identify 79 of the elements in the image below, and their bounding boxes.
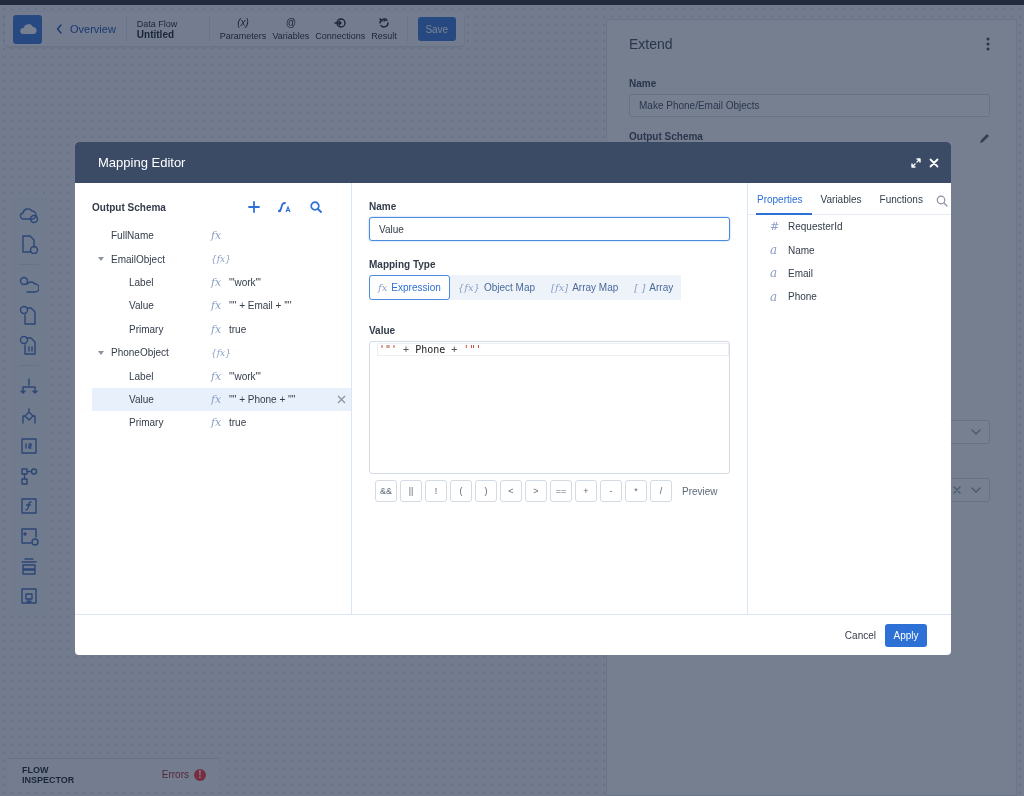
expand-icon[interactable] [911,157,921,168]
section-title: Output Schema [92,201,166,213]
flow-name: Untitled [136,28,176,40]
operator-button[interactable]: && [375,480,397,502]
operator-button[interactable]: / [650,480,672,502]
field-label: Name [629,78,658,89]
tree-row[interactable]: EmailObject {fx} [92,247,351,271]
clear-icon[interactable] [953,486,961,494]
operator-button[interactable]: ! [425,480,447,502]
mapping-type-tab[interactable]: {fx} Object Map [449,275,544,300]
field-label: Mapping Type [369,259,437,270]
mapping-type-tab[interactable]: [ ] Array [626,275,682,300]
flow-type: Data Flow [136,18,179,29]
mapping-type-tab[interactable]: [fx] Array Map [543,275,627,300]
mapping-type-tab[interactable]: fx Expression [369,275,450,300]
operator-button[interactable]: < [500,480,522,502]
stack-icon[interactable] [18,556,39,576]
cloud-upload-icon[interactable] [18,275,39,295]
property-item[interactable]: a Email [748,261,951,286]
pencil-icon[interactable] [978,133,990,145]
function-block-icon[interactable] [18,496,39,516]
apply-button[interactable]: Apply [885,623,927,647]
preview-button[interactable]: Preview [682,485,718,497]
property-item[interactable]: a Phone [748,285,951,309]
search-icon[interactable] [310,201,322,213]
operator-button[interactable]: - [600,480,622,502]
panel-title: Extend [629,36,673,52]
operator-button[interactable]: + [575,480,597,502]
dialog-title: Mapping Editor [98,155,187,170]
tree-row[interactable]: Primary fx true [92,411,351,435]
toolbar-button[interactable]: Result [371,17,397,41]
tree-row[interactable]: Label fx '"work"' [92,364,351,388]
tab[interactable]: Properties [756,186,812,215]
tree-row[interactable]: Label fx '"work"' [92,270,351,295]
cloud-icon [18,23,37,35]
plus-icon[interactable] [248,201,260,213]
flow-inspector-label: FLOW INSPECTOR [22,764,76,785]
number-block-icon[interactable] [18,436,39,456]
caret-down-icon[interactable] [97,348,105,357]
field-label: Name [369,201,398,212]
tab[interactable]: Functions [878,186,932,215]
branch-icon[interactable] [18,376,39,396]
chevron-down-icon [971,487,981,493]
chevron-down-icon [971,429,981,435]
tree-row[interactable]: Primary fx true [92,317,351,341]
operator-button[interactable]: * [625,480,647,502]
tree-row[interactable]: Value fx '"' + Email + '"' [92,294,351,318]
more-icon[interactable] [986,37,990,51]
field-label: Value [369,325,397,336]
operator-button[interactable]: == [550,480,572,502]
toolbar-button[interactable]: (x) Parameters [219,17,267,41]
remove-icon[interactable] [337,394,346,404]
name-field[interactable]: Value [369,217,730,241]
property-item[interactable]: a Name [748,238,951,262]
screen-download-icon[interactable] [18,586,39,606]
property-item[interactable]: # RequesterId [748,215,951,239]
plug-icon [334,17,347,29]
sort-icon[interactable] [278,201,292,213]
chevron-left-icon [56,24,63,34]
file-upload-icon[interactable] [18,305,39,325]
error-badge: ! [194,768,206,781]
refresh-icon [378,17,391,29]
toolbar-button[interactable]: @ Variables [272,17,310,41]
operator-button[interactable]: || [400,480,422,502]
app-logo[interactable] [13,14,42,44]
cancel-button[interactable]: Cancel [842,623,878,647]
tree-row[interactable]: Value fx '"' + Phone + '"' [92,387,351,412]
search-icon[interactable] [935,194,948,207]
operator-button[interactable]: ( [450,480,472,502]
section-label: Output Schema [629,131,703,143]
operator-button[interactable]: ) [475,480,497,502]
close-icon[interactable] [929,157,939,168]
tree-row[interactable]: FullName fx [92,224,351,248]
tab[interactable]: Variables [819,186,871,215]
toolbar-button[interactable]: Connections [315,17,366,41]
operator-button[interactable]: > [525,480,547,502]
flow-nodes-icon[interactable] [18,466,39,486]
tree-row[interactable]: PhoneObject {fx} [92,340,351,365]
code-editor[interactable]: '"' + Phone + '"' [369,341,730,474]
